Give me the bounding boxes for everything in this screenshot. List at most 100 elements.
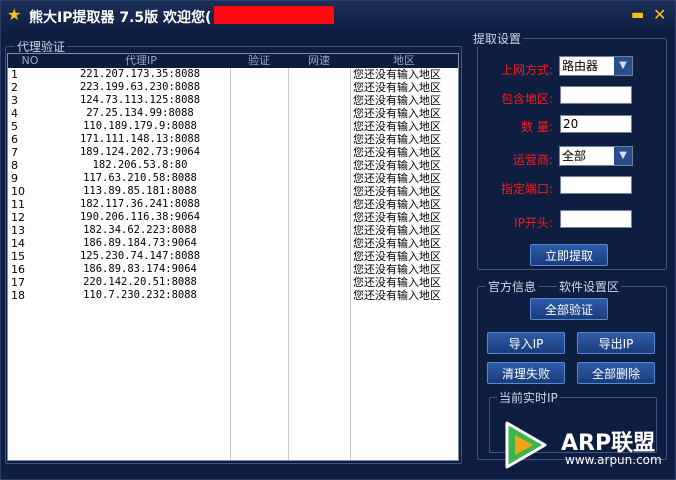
proxy-table[interactable]: NO 代理IP 验证 网速 地区 1 221.207.173.35:8088 您还没… bbox=[7, 53, 459, 461]
table-row[interactable]: 13 182.34.62.223:8088 您还没有输入地区 bbox=[8, 224, 458, 237]
row-proxy-ip: 124.73.113.125:8088 bbox=[79, 94, 201, 106]
table-row[interactable]: 3 124.73.113.125:8088 您还没有输入地区 bbox=[8, 94, 458, 107]
column-region[interactable]: 地区 bbox=[350, 54, 458, 68]
row-proxy-ip: 182.34.62.223:8088 bbox=[83, 224, 197, 236]
ip-prefix-label: IP开头: bbox=[514, 216, 553, 230]
table-row[interactable]: 7 189.124.202.73:9064 您还没有输入地区 bbox=[8, 146, 458, 159]
row-region: 您还没有输入地区 bbox=[353, 159, 441, 172]
title-bar[interactable]: ★ 熊大IP提取器 7.5版 欢迎您( ▬ ✕ bbox=[1, 1, 675, 31]
row-region: 您还没有输入地区 bbox=[353, 198, 441, 211]
row-number: 2 bbox=[11, 81, 18, 94]
table-row[interactable]: 12 190.206.116.38:9064 您还没有输入地区 bbox=[8, 211, 458, 224]
row-proxy-ip: 186.89.184.73:9064 bbox=[83, 237, 197, 249]
table-header: NO 代理IP 验证 网速 地区 bbox=[8, 54, 458, 68]
port-input[interactable] bbox=[560, 176, 632, 194]
delete-all-button[interactable]: 全部删除 bbox=[577, 362, 655, 384]
table-row[interactable]: 1 221.207.173.35:8088 您还没有输入地区 bbox=[8, 68, 458, 81]
table-row[interactable]: 15 125.230.74.147:8088 您还没有输入地区 bbox=[8, 250, 458, 263]
table-row[interactable]: 10 113.89.85.181:8088 您还没有输入地区 bbox=[8, 185, 458, 198]
row-number: 18 bbox=[11, 289, 25, 302]
close-icon[interactable]: ✕ bbox=[653, 7, 666, 23]
table-row[interactable]: 16 186.89.83.174:9064 您还没有输入地区 bbox=[8, 263, 458, 276]
row-proxy-ip: 186.89.83.174:9064 bbox=[83, 263, 197, 275]
row-number: 4 bbox=[11, 107, 18, 120]
row-region: 您还没有输入地区 bbox=[353, 276, 441, 289]
window-title: 熊大IP提取器 7.5版 欢迎您( bbox=[29, 10, 212, 26]
row-proxy-ip: 221.207.173.35:8088 bbox=[79, 68, 201, 80]
row-region: 您还没有输入地区 bbox=[353, 263, 441, 276]
export-ip-button[interactable]: 导出IP bbox=[577, 332, 655, 354]
table-row[interactable]: 18 110.7.230.232:8088 您还没有输入地区 bbox=[8, 289, 458, 302]
row-proxy-ip: 190.206.116.38:9064 bbox=[79, 211, 201, 223]
import-ip-button[interactable]: 导入IP bbox=[487, 332, 565, 354]
row-proxy-ip: 117.63.210.58:8088 bbox=[83, 172, 197, 184]
row-proxy-ip: 182.206.53.8:80 bbox=[92, 159, 188, 171]
network-value: 路由器 bbox=[562, 59, 599, 73]
count-label: 数 量: bbox=[521, 120, 553, 134]
column-no[interactable]: NO bbox=[8, 54, 52, 68]
row-proxy-ip: 171.111.148.13:8088 bbox=[79, 133, 201, 145]
network-select[interactable]: 路由器 ▼ bbox=[559, 56, 633, 76]
row-region: 您还没有输入地区 bbox=[353, 250, 441, 263]
clean-failed-button[interactable]: 清理失败 bbox=[487, 362, 565, 384]
ip-prefix-input[interactable] bbox=[560, 210, 632, 228]
watermark-url: www.arpun.com bbox=[565, 453, 662, 467]
app-window: ★ 熊大IP提取器 7.5版 欢迎您( ▬ ✕ 代理验证 NO 代理IP 验证 … bbox=[0, 0, 676, 480]
table-row[interactable]: 2 223.199.63.230:8088 您还没有输入地区 bbox=[8, 81, 458, 94]
table-row[interactable]: 9 117.63.210.58:8088 您还没有输入地区 bbox=[8, 172, 458, 185]
table-row[interactable]: 17 220.142.20.51:8088 您还没有输入地区 bbox=[8, 276, 458, 289]
row-proxy-ip: 27.25.134.99:8088 bbox=[86, 107, 194, 119]
verify-all-button[interactable]: 全部验证 bbox=[530, 298, 608, 320]
table-row[interactable]: 6 171.111.148.13:8088 您还没有输入地区 bbox=[8, 133, 458, 146]
row-proxy-ip: 223.199.63.230:8088 bbox=[79, 81, 201, 93]
row-proxy-ip: 125.230.74.147:8088 bbox=[79, 250, 201, 262]
table-row[interactable]: 8 182.206.53.8:80 您还没有输入地区 bbox=[8, 159, 458, 172]
minimize-icon[interactable]: ▬ bbox=[631, 8, 644, 22]
arp-logo-icon bbox=[505, 421, 547, 469]
app-star-icon: ★ bbox=[7, 5, 22, 24]
row-proxy-ip: 113.89.85.181:8088 bbox=[83, 185, 197, 197]
table-row[interactable]: 14 186.89.184.73:9064 您还没有输入地区 bbox=[8, 237, 458, 250]
carrier-select[interactable]: 全部 ▼ bbox=[559, 146, 633, 166]
carrier-value: 全部 bbox=[562, 149, 587, 163]
row-number: 14 bbox=[11, 237, 25, 250]
column-speed[interactable]: 网速 bbox=[288, 54, 350, 68]
port-label: 指定端口: bbox=[500, 182, 553, 196]
table-row[interactable]: 5 110.189.179.9:8088 您还没有输入地区 bbox=[8, 120, 458, 133]
table-row[interactable]: 4 27.25.134.99:8088 您还没有输入地区 bbox=[8, 107, 458, 120]
row-region: 您还没有输入地区 bbox=[353, 224, 441, 237]
row-number: 1 bbox=[11, 68, 18, 81]
row-number: 5 bbox=[11, 120, 18, 133]
count-input[interactable]: 20 bbox=[560, 115, 632, 133]
row-region: 您还没有输入地区 bbox=[353, 133, 441, 146]
redacted-username bbox=[214, 6, 334, 24]
row-number: 16 bbox=[11, 263, 25, 276]
row-region: 您还没有输入地区 bbox=[353, 185, 441, 198]
column-verify[interactable]: 验证 bbox=[230, 54, 288, 68]
extract-now-button[interactable]: 立即提取 bbox=[530, 244, 608, 266]
row-number: 8 bbox=[11, 159, 18, 172]
region-label: 包含地区: bbox=[500, 92, 553, 106]
row-region: 您还没有输入地区 bbox=[353, 172, 441, 185]
column-proxy-ip[interactable]: 代理IP bbox=[52, 54, 230, 68]
row-number: 10 bbox=[11, 185, 25, 198]
extract-settings-title: 提取设置 bbox=[471, 30, 524, 47]
network-label: 上网方式: bbox=[500, 63, 553, 77]
row-region: 您还没有输入地区 bbox=[353, 94, 441, 107]
software-settings-label[interactable]: 软件设置区 bbox=[557, 278, 622, 295]
carrier-label: 运营商: bbox=[512, 153, 553, 167]
region-input[interactable] bbox=[560, 86, 632, 104]
row-number: 11 bbox=[11, 198, 25, 211]
row-number: 9 bbox=[11, 172, 18, 185]
row-region: 您还没有输入地区 bbox=[353, 237, 441, 250]
table-row[interactable]: 11 182.117.36.241:8088 您还没有输入地区 bbox=[8, 198, 458, 211]
row-proxy-ip: 182.117.36.241:8088 bbox=[79, 198, 201, 210]
row-proxy-ip: 110.189.179.9:8088 bbox=[83, 120, 197, 132]
row-region: 您还没有输入地区 bbox=[353, 289, 441, 302]
current-ip-title: 当前实时IP bbox=[497, 389, 560, 406]
chevron-down-icon[interactable]: ▼ bbox=[614, 57, 632, 75]
official-info-label[interactable]: 官方信息 bbox=[486, 278, 539, 295]
row-proxy-ip: 189.124.202.73:9064 bbox=[79, 146, 201, 158]
chevron-down-icon[interactable]: ▼ bbox=[614, 147, 632, 165]
row-number: 3 bbox=[11, 94, 18, 107]
